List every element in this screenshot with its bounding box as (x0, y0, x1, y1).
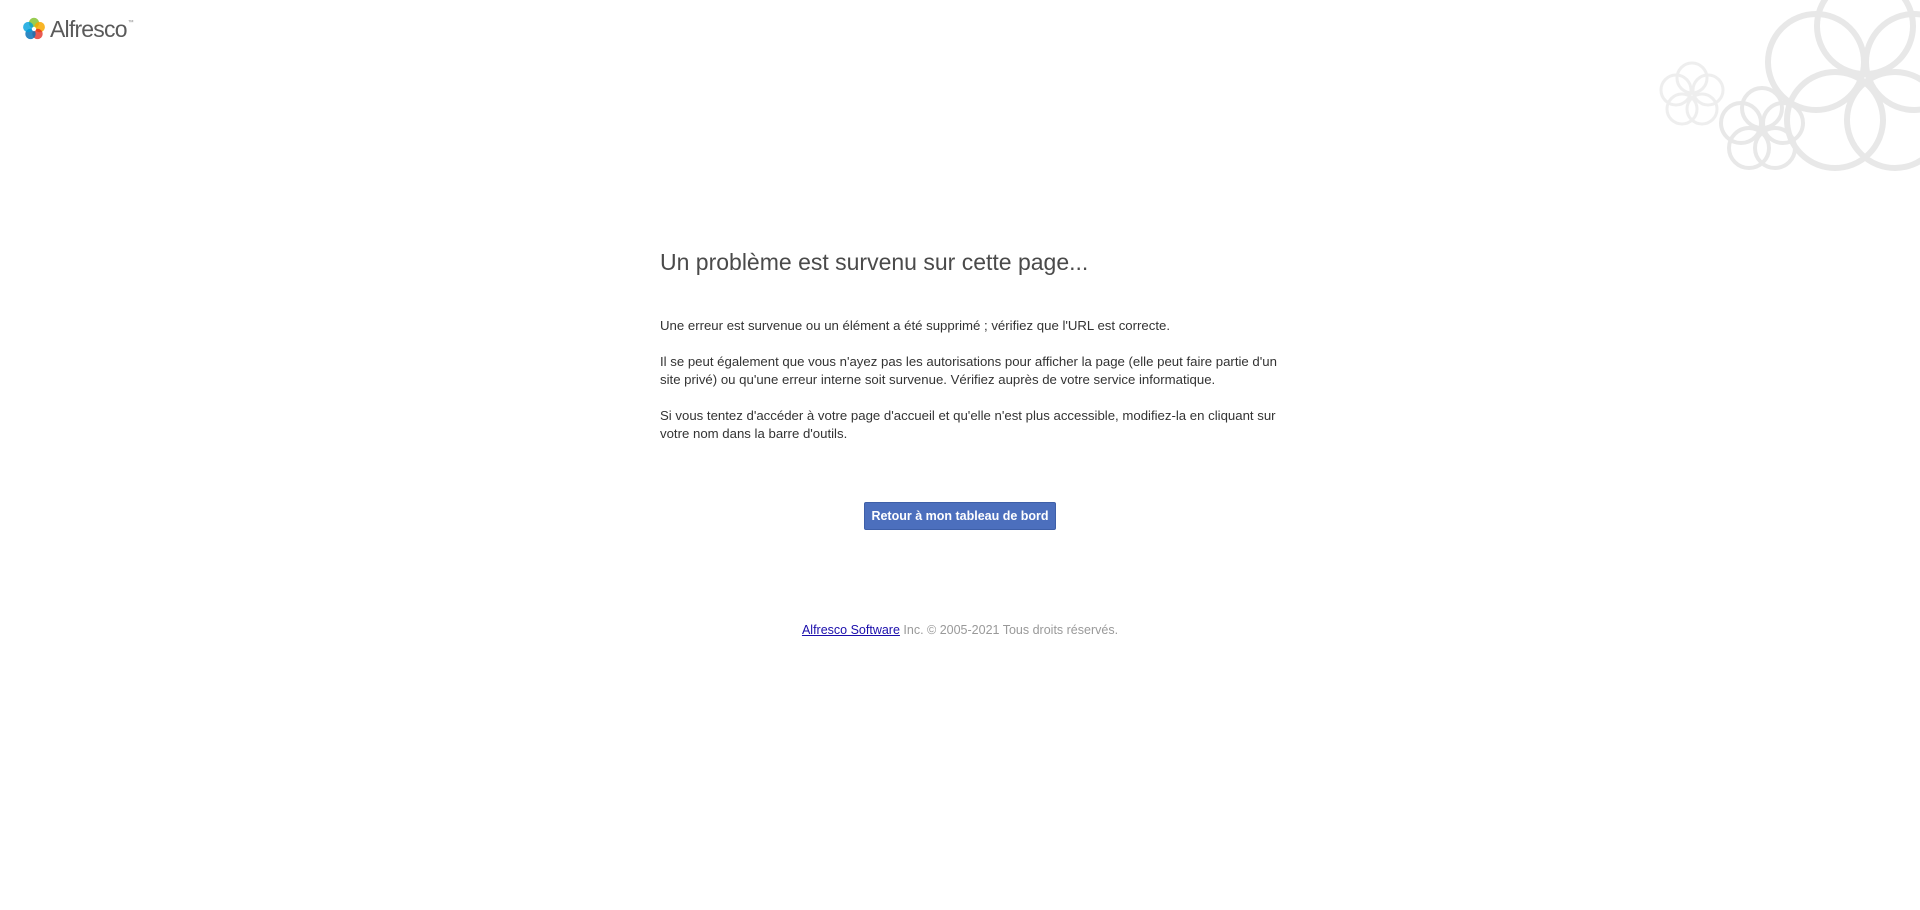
alfresco-software-link[interactable]: Alfresco Software (802, 623, 900, 637)
error-message-panel: Un problème est survenu sur cette page..… (660, 244, 1280, 461)
back-to-dashboard-button[interactable]: Retour à mon tableau de bord (864, 502, 1056, 530)
logo-trademark: ™ (127, 20, 134, 26)
error-paragraph-homepage: Si vous tentez d'accéder à votre page d'… (660, 408, 1276, 441)
alfresco-flower-icon (23, 17, 45, 40)
error-page: Alfresco ™ Un problème est survenu sur c… (0, 0, 1920, 910)
error-paragraph-url: Une erreur est survenue ou un élément a … (660, 318, 1170, 333)
page-title: Un problème est survenu sur cette page..… (660, 249, 1089, 275)
alfresco-logo[interactable]: Alfresco ™ (21, 16, 134, 42)
error-paragraph-permissions: Il se peut également que vous n'ayez pas… (660, 354, 1277, 387)
logo-text: Alfresco (50, 16, 127, 42)
copyright-text: Inc. © 2005-2021 Tous droits réservés. (899, 623, 1119, 637)
footer: Alfresco Software Inc. © 2005-2021 Tous … (0, 621, 1920, 639)
flower-outline-icon (1659, 0, 1920, 171)
